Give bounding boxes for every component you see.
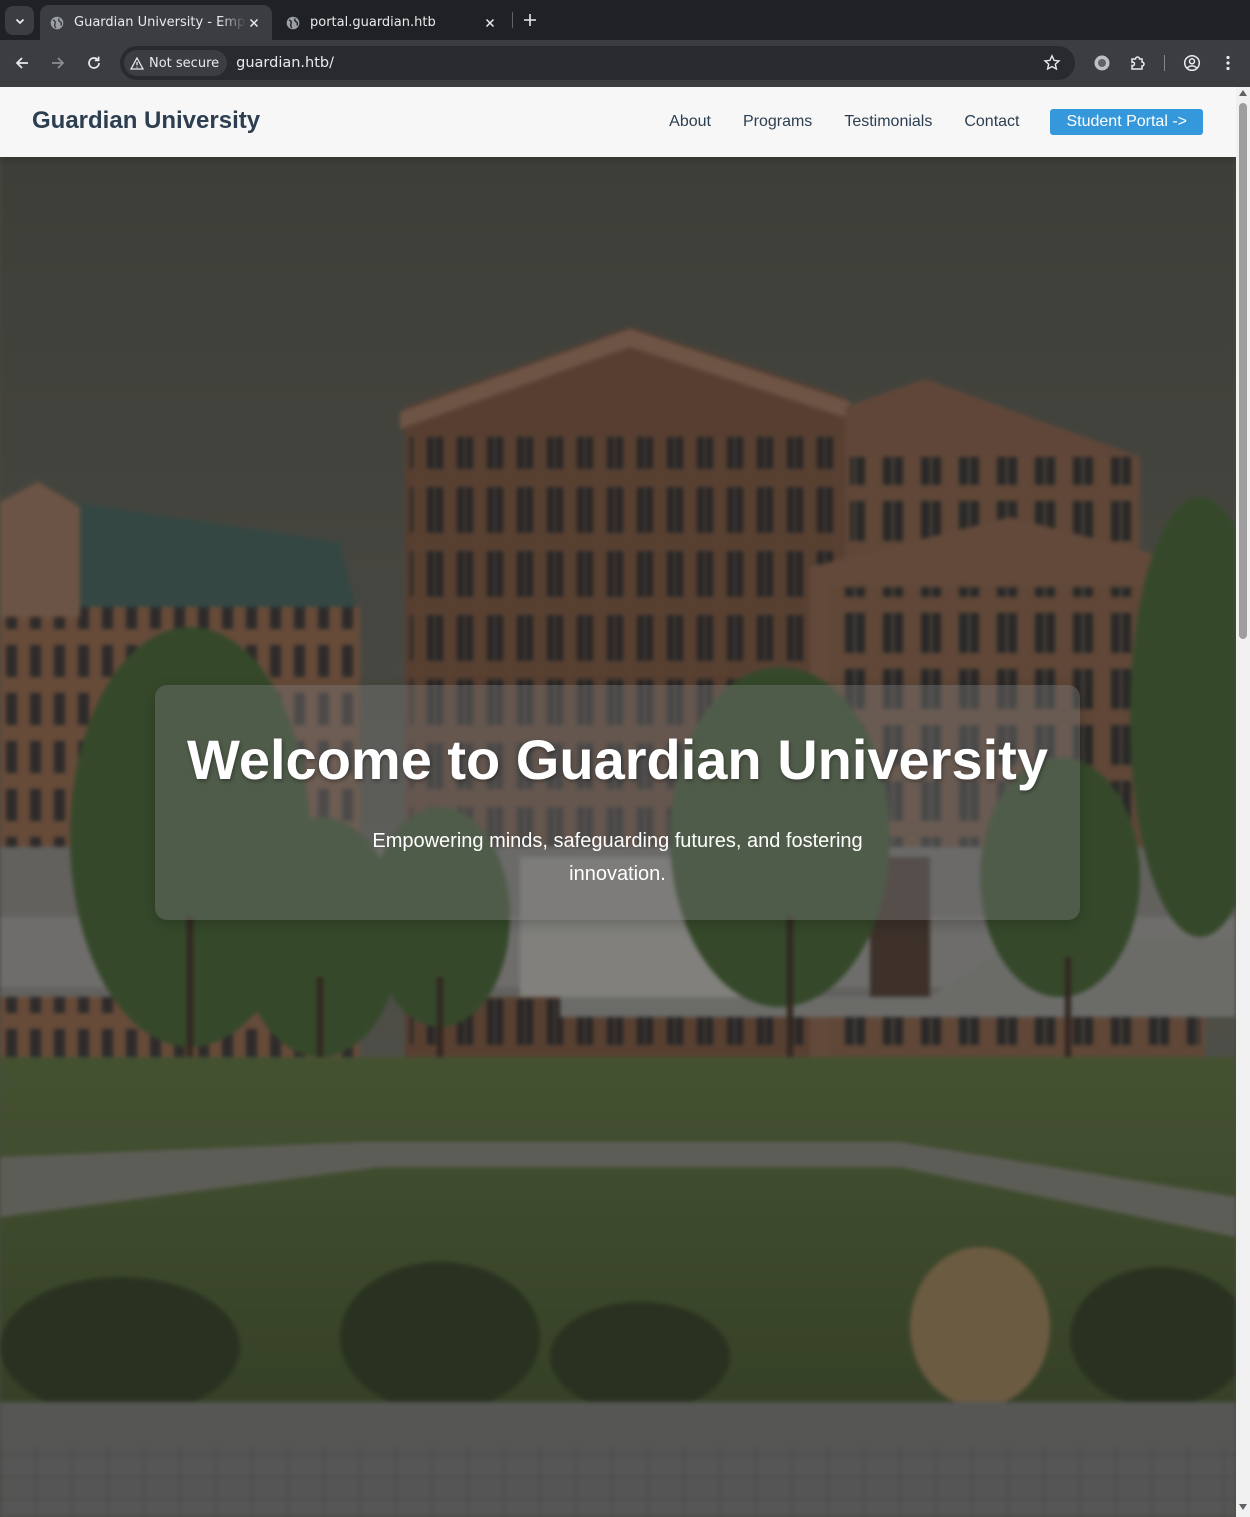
globe-icon: [286, 16, 300, 29]
chevron-down-icon: [15, 18, 24, 24]
scrollbar-thumb[interactable]: [1239, 103, 1247, 639]
close-icon[interactable]: [482, 15, 498, 31]
profile-button[interactable]: [1181, 52, 1203, 74]
forward-icon: [52, 57, 65, 69]
security-label: Not secure: [149, 55, 220, 71]
site-navbar: Guardian University About Programs Testi…: [0, 87, 1236, 157]
tab-strip: Guardian University - Empowering minds p…: [0, 0, 1250, 40]
url-text[interactable]: guardian.htb/: [236, 55, 334, 71]
plus-icon: [524, 14, 536, 26]
page-scrollbar[interactable]: [1236, 87, 1250, 1517]
tab-guardian-university[interactable]: Guardian University - Empowering minds: [40, 5, 272, 40]
back-button[interactable]: [11, 52, 33, 74]
hero-subtitle: Empowering minds, safeguarding futures, …: [372, 830, 863, 885]
toolbar-divider: [1164, 55, 1165, 71]
site-nav-links: About Programs Testimonials Contact Stud…: [637, 109, 1203, 135]
new-tab-button[interactable]: [520, 10, 540, 30]
scroll-down-arrow-icon[interactable]: [1238, 1504, 1248, 1514]
hero-title: Welcome to Guardian University: [187, 728, 1048, 791]
hero-card: Welcome to Guardian University Empowerin…: [155, 685, 1080, 920]
scroll-up-arrow-icon[interactable]: [1238, 90, 1248, 100]
forward-button[interactable]: [47, 52, 69, 74]
star-icon[interactable]: [1043, 54, 1061, 72]
page-viewport: Guardian University About Programs Testi…: [0, 87, 1236, 1517]
warning-icon: [130, 56, 144, 70]
puzzle-icon: [1131, 56, 1145, 70]
reload-icon: [88, 56, 100, 69]
close-icon[interactable]: [246, 15, 262, 31]
tab-portal[interactable]: portal.guardian.htb: [276, 5, 508, 40]
security-indicator[interactable]: Not secure: [124, 50, 228, 76]
student-portal-button[interactable]: Student Portal ->: [1050, 109, 1203, 135]
browser-menu-button[interactable]: [1217, 52, 1239, 74]
record-icon: [1094, 55, 1110, 71]
nav-link-contact[interactable]: Contact: [964, 110, 1019, 134]
globe-icon: [50, 16, 64, 29]
nav-link-programs[interactable]: Programs: [743, 110, 812, 134]
nav-link-about[interactable]: About: [669, 110, 711, 134]
tab-search-button[interactable]: [5, 6, 34, 35]
profile-icon: [1183, 54, 1201, 72]
reload-button[interactable]: [83, 52, 105, 74]
nav-link-testimonials[interactable]: Testimonials: [844, 110, 932, 134]
tab-title: portal.guardian.htb: [310, 15, 436, 30]
site-logo[interactable]: Guardian University: [32, 107, 260, 135]
extensions-button[interactable]: [1127, 52, 1149, 74]
address-bar[interactable]: Not secure guardian.htb/: [120, 46, 1075, 80]
tab-divider: [512, 12, 513, 28]
back-icon: [15, 57, 28, 69]
tab-title: Guardian University - Empowering minds: [74, 15, 246, 30]
browser-toolbar: Not secure guardian.htb/: [0, 40, 1250, 87]
extension-record-button[interactable]: [1091, 52, 1113, 74]
kebab-menu-icon: [1226, 55, 1230, 71]
